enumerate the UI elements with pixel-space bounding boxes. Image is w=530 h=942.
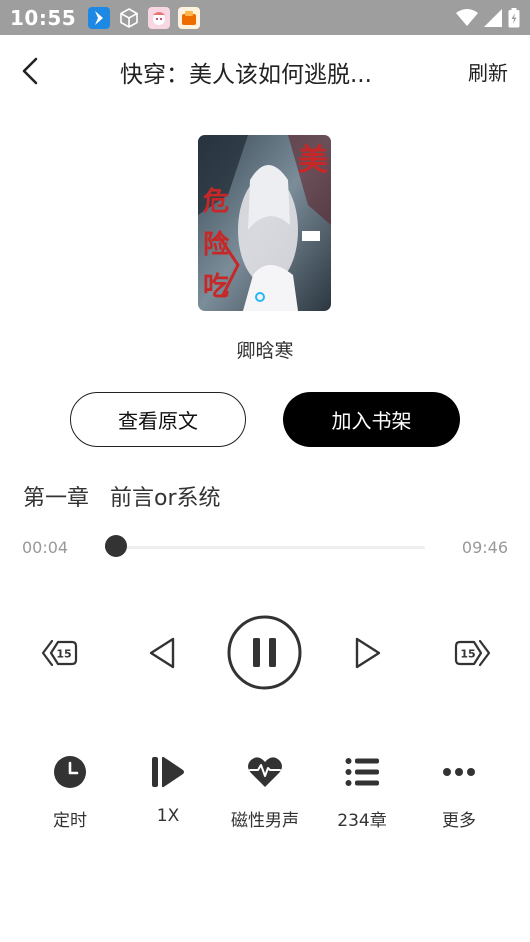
rewind-seconds: 15	[56, 648, 71, 661]
status-indicators	[456, 7, 520, 28]
svg-text:险: 险	[203, 229, 230, 260]
speed-label: 1X	[156, 806, 180, 826]
voice-heart-icon	[248, 757, 282, 787]
triangle-left-icon	[149, 637, 175, 669]
timer-label: 定时	[53, 811, 87, 831]
rewind-15-icon: 15	[41, 639, 78, 667]
refresh-button[interactable]: 刷新	[468, 57, 508, 86]
previous-button[interactable]	[145, 635, 179, 671]
speed-icon	[152, 756, 184, 788]
clock-icon	[54, 756, 86, 788]
chapter-title: 第一章 前言or系统	[23, 486, 221, 511]
nav-bar: 快穿：美人该如何逃脱... 刷新	[0, 35, 530, 107]
status-app-icons	[88, 6, 201, 29]
book-cover: 危 险 吃 美	[198, 135, 331, 311]
book-author: 卿晗寒	[236, 340, 294, 362]
voice-button[interactable]: 磁性男声	[216, 752, 314, 831]
view-original-button[interactable]: 查看原文	[70, 392, 246, 447]
next-button[interactable]	[351, 635, 385, 671]
reader-app-icon	[178, 6, 201, 29]
signal-icon	[484, 8, 502, 27]
list-icon	[345, 758, 379, 786]
rewind-15-button[interactable]: 15	[40, 633, 80, 673]
more-button[interactable]: 更多	[410, 752, 508, 831]
svg-text:美: 美	[298, 143, 328, 178]
page-title: 快穿：美人该如何逃脱...	[120, 62, 372, 88]
forward-15-button[interactable]: 15	[452, 633, 492, 673]
app-notification-icon	[88, 6, 111, 29]
chevron-left-icon	[22, 57, 38, 85]
total-time: 09:46	[461, 538, 508, 557]
wifi-icon	[456, 8, 478, 26]
cube-icon	[118, 7, 140, 29]
triangle-right-icon	[355, 637, 381, 669]
progress-track[interactable]	[105, 546, 425, 549]
back-button[interactable]	[14, 53, 46, 89]
more-label: 更多	[442, 811, 476, 831]
status-bar: 10:55	[0, 0, 530, 35]
anime-app-icon	[148, 6, 171, 29]
battery-icon	[508, 7, 520, 27]
timer-button[interactable]: 定时	[21, 752, 119, 831]
forward-15-icon: 15	[454, 639, 491, 667]
current-time: 00:04	[22, 538, 69, 557]
speed-button[interactable]: 1X	[119, 752, 217, 826]
svg-text:吃: 吃	[203, 272, 229, 302]
status-time: 10:55	[10, 5, 77, 30]
chapters-label: 234章	[337, 811, 387, 831]
pause-icon	[227, 615, 302, 690]
chapters-button[interactable]: 234章	[313, 752, 411, 831]
add-to-shelf-button[interactable]: 加入书架	[283, 392, 460, 447]
progress-thumb[interactable]	[104, 535, 127, 557]
voice-label: 磁性男声	[231, 811, 299, 831]
forward-seconds: 15	[460, 648, 475, 661]
svg-text:危: 危	[203, 186, 229, 217]
pause-button[interactable]	[227, 615, 302, 690]
more-icon	[443, 768, 475, 776]
